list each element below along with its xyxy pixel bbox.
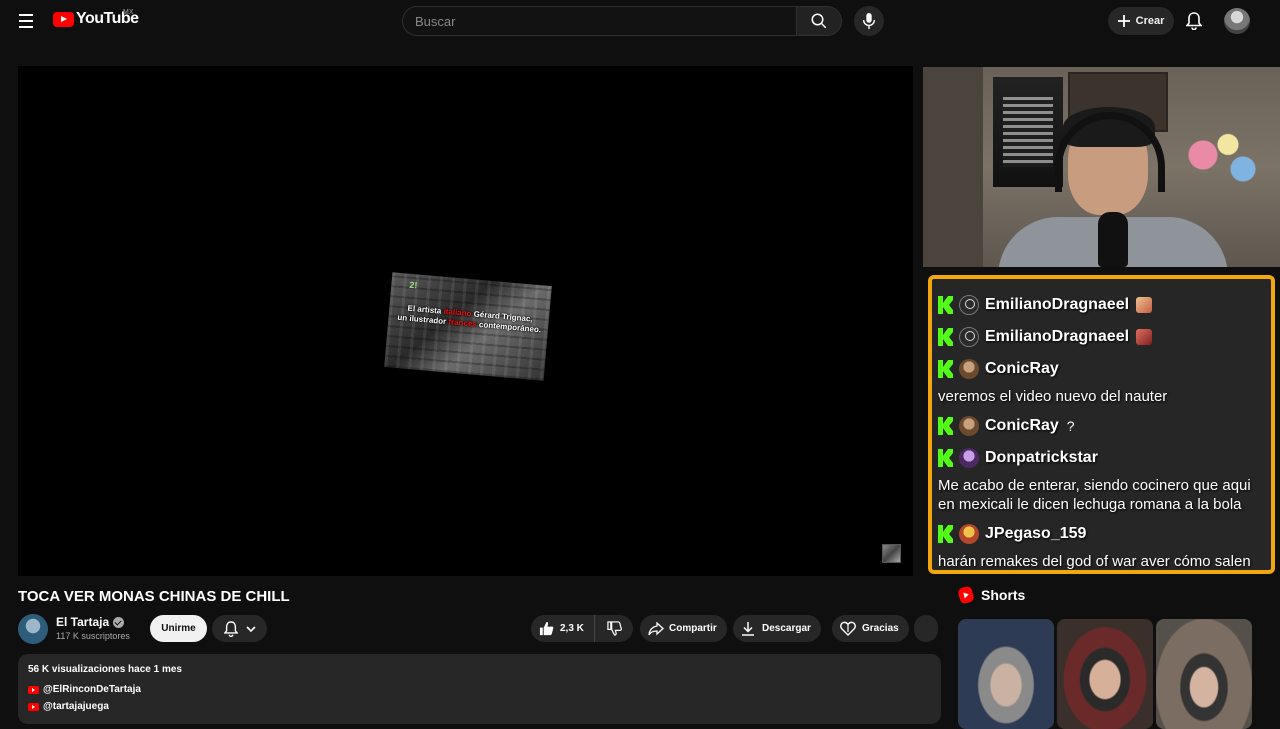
kick-icon: [938, 296, 953, 314]
kick-icon: [938, 417, 953, 435]
bell-icon: [223, 620, 238, 637]
youtube-play-icon: [53, 11, 74, 27]
chevron-down-icon: [245, 625, 256, 632]
chat-username: EmilianoDragnaeel: [985, 296, 1130, 313]
thumbs-down-icon: [606, 621, 622, 636]
chat-text: harán remakes del god of war aver cómo s…: [938, 553, 1251, 570]
overlay-badge: 2!: [408, 279, 418, 291]
create-label: Crear: [1135, 15, 1165, 27]
short-thumbnail[interactable]: [1156, 619, 1252, 729]
streamer-webcam: [923, 67, 1280, 267]
thumbs-up-icon: [539, 621, 554, 636]
chat-text: ?: [1066, 418, 1075, 434]
like-button[interactable]: 2,3 K: [531, 615, 595, 642]
shorts-icon: [957, 585, 975, 605]
region-code: MX: [123, 9, 134, 16]
chat-message: EmilianoDragnaeel: [938, 289, 1268, 321]
like-dislike-group: 2,3 K: [531, 615, 633, 642]
kick-icon: [938, 360, 953, 378]
video-title: TOCA VER MONAS CHINAS DE CHILL: [18, 588, 290, 605]
chat-username: ConicRay: [985, 360, 1059, 377]
voice-search-button[interactable]: [854, 6, 884, 36]
kick-icon: [938, 328, 953, 346]
short-thumbnail[interactable]: [958, 619, 1054, 729]
chat-message: Donpatrickstar: [938, 442, 1268, 474]
default-avatar-icon: [959, 295, 979, 315]
chat-username: JPegaso_159: [985, 525, 1087, 542]
channel-avatar[interactable]: [18, 614, 48, 644]
kick-icon: [938, 525, 953, 543]
thanks-button[interactable]: Gracias: [832, 615, 909, 642]
verified-icon: [113, 616, 125, 628]
chat-text: veremos el video nuevo del nauter: [938, 388, 1168, 405]
more-actions-button[interactable]: [914, 615, 938, 642]
channel-link[interactable]: @ElRinconDeTartaja: [28, 684, 141, 695]
download-button[interactable]: Descargar: [733, 615, 821, 642]
chat-username: ConicRay: [985, 417, 1059, 434]
channel-name-row[interactable]: El Tartaja: [56, 615, 125, 629]
top-bar: YouTube MX Crear: [0, 0, 1280, 42]
user-avatar-icon: [959, 359, 979, 379]
video-overlay-image: 2! El artista italiano Gérard Trignac, u…: [384, 272, 552, 381]
stream-chat-overlay: EmilianoDragnaeel EmilianoDragnaeel Coni…: [928, 275, 1275, 574]
chat-username: EmilianoDragnaeel: [985, 328, 1130, 345]
search-input[interactable]: [415, 13, 796, 29]
search-button[interactable]: [796, 6, 842, 36]
emote-icon: [1136, 297, 1153, 313]
subscriber-count: 117 K suscriptores: [56, 631, 130, 641]
short-thumbnail[interactable]: [1057, 619, 1153, 729]
video-player[interactable]: 2! El artista italiano Gérard Trignac, u…: [18, 66, 913, 576]
user-avatar-icon: [959, 524, 979, 544]
account-avatar[interactable]: [1224, 8, 1250, 34]
channel-link[interactable]: @tartajajuega: [28, 701, 109, 712]
plus-icon: [1117, 15, 1130, 27]
bell-icon: [1186, 12, 1202, 30]
create-button[interactable]: Crear: [1108, 7, 1174, 35]
download-label: Descargar: [762, 623, 811, 634]
menu-icon[interactable]: [14, 9, 38, 33]
share-icon: [648, 621, 664, 635]
kick-icon: [938, 449, 953, 467]
mini-thumbnail: [882, 544, 901, 563]
youtube-icon: [28, 702, 39, 711]
dislike-button[interactable]: [595, 615, 633, 642]
download-icon: [742, 622, 754, 636]
microphone-icon: [862, 13, 876, 29]
shorts-header: Shorts: [957, 585, 1026, 605]
share-button[interactable]: Compartir: [640, 615, 727, 642]
search-bar: [402, 6, 797, 36]
chat-message: JPegaso_159: [938, 518, 1268, 550]
like-count: 2,3 K: [560, 623, 584, 634]
thanks-label: Gracias: [862, 623, 899, 634]
join-button[interactable]: Unirme: [150, 615, 207, 642]
shorts-title: Shorts: [981, 587, 1026, 603]
share-label: Compartir: [669, 623, 717, 634]
user-avatar-icon: [959, 448, 979, 468]
chat-text: Me acabo de enterar, siendo cocinero que…: [938, 477, 1251, 513]
description-box[interactable]: 56 K visualizaciones hace 1 mes @ElRinco…: [18, 654, 941, 724]
view-stats: 56 K visualizaciones hace 1 mes: [28, 664, 182, 675]
heart-dollar-icon: [840, 621, 856, 636]
user-avatar-icon: [959, 416, 979, 436]
chat-username: Donpatrickstar: [985, 449, 1098, 466]
chat-message: EmilianoDragnaeel: [938, 321, 1268, 353]
notifications-button[interactable]: [1182, 9, 1206, 33]
chat-message-list: EmilianoDragnaeel EmilianoDragnaeel Coni…: [938, 289, 1268, 570]
emote-icon: [1136, 329, 1153, 345]
default-avatar-icon: [959, 327, 979, 347]
channel-name[interactable]: El Tartaja: [56, 615, 109, 629]
subscription-notifications-button[interactable]: [212, 615, 267, 642]
youtube-icon: [28, 685, 39, 694]
search-icon: [811, 13, 827, 29]
chat-message: ConicRay: [938, 353, 1268, 385]
chat-message: ConicRay ?: [938, 410, 1268, 442]
